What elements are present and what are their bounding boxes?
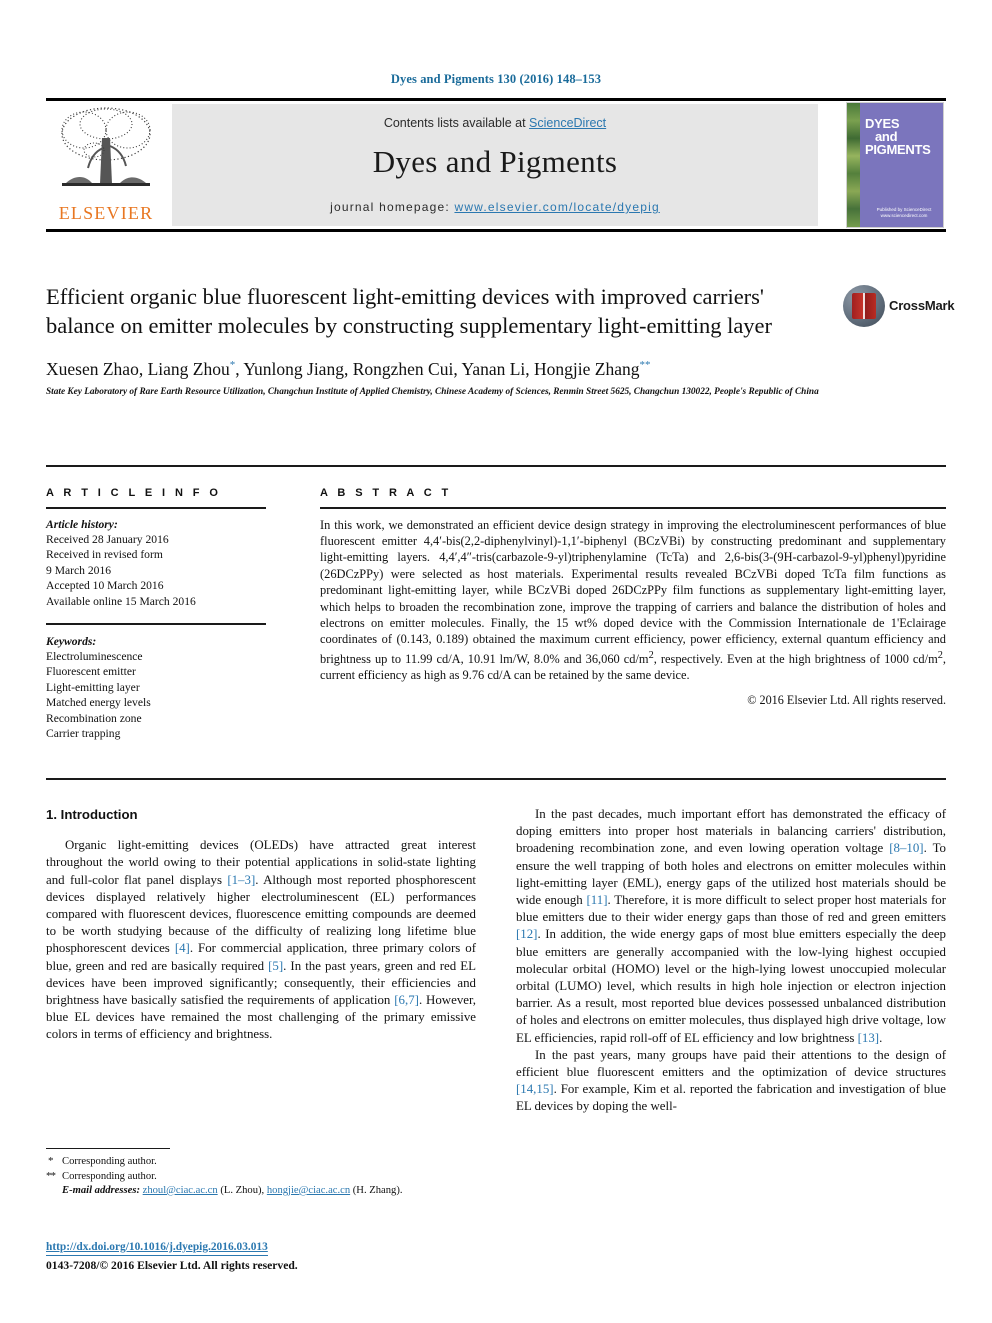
homepage-prefix: journal homepage: [330, 200, 455, 214]
page-title: Efficient organic blue fluorescent light… [46, 284, 773, 338]
keyword-item: Fluorescent emitter [46, 665, 136, 679]
author-4: Yanan Li, [461, 358, 535, 379]
cover-footer-text: Published by ScienceDirect www.sciencedi… [876, 207, 932, 218]
crossmark-icon [843, 285, 885, 327]
paragraph: Organic light-emitting devices (OLEDs) h… [46, 838, 477, 1042]
crossmark-book-icon [852, 293, 876, 319]
article-info-heading: A R T I C L E I N F O [46, 487, 222, 499]
keywords-rule [46, 623, 266, 625]
keyword-item: Matched energy levels [46, 696, 151, 710]
article-info-column: A R T I C L E I N F O Article history: R… [46, 487, 266, 741]
footnote-mark: * [48, 1155, 54, 1168]
email-who-zhou: (L. Zhou), [220, 1184, 265, 1196]
running-head: Dyes and Pigments 130 (2016) 148–153 [390, 72, 602, 86]
abstract-column: A B S T R A C T In this work, we demonst… [320, 487, 946, 708]
divider-below-abstract [46, 778, 946, 780]
crossmark-badge[interactable]: CrossMark [843, 285, 955, 333]
author-0: Xuesen Zhao, [46, 358, 148, 379]
journal-masthead: ELSEVIER Contents lists available at Sci… [46, 98, 946, 232]
issn-copyright-line: 0143-7208/© 2016 Elsevier Ltd. All right… [46, 1259, 298, 1272]
body-column-left: 1. Introduction Organic light-emitting d… [46, 806, 476, 1044]
cover-photo-strip [847, 103, 860, 227]
keyword-item: Electroluminescence [46, 650, 143, 664]
doi-link[interactable]: http://dx.doi.org/10.1016/j.dyepig.2016.… [46, 1240, 268, 1256]
email-label: E-mail addresses: [62, 1184, 140, 1196]
article-history-title: Article history: [46, 517, 118, 531]
journal-cover-thumbnail[interactable]: DYES and PIGMENTS Published by ScienceDi… [846, 102, 944, 228]
cover-title: DYES and PIGMENTS [865, 117, 939, 156]
footnotes: * Corresponding author. ** Corresponding a… [46, 1148, 476, 1198]
sciencedirect-link[interactable]: ScienceDirect [529, 116, 606, 130]
journal-title: Dyes and Pigments [372, 144, 618, 179]
email-link-zhang[interactable]: hongjie@ciac.ac.cn [267, 1185, 350, 1196]
footnote-text: Corresponding author. [62, 1170, 157, 1182]
author-2: Yunlong Jiang, [243, 358, 353, 379]
elsevier-tree-icon [61, 107, 151, 186]
author-mark: * [229, 359, 236, 371]
article-history-group: Article history: Received 28 January 201… [46, 517, 266, 609]
masthead-top-rule [46, 98, 946, 101]
author-mark: ** [639, 359, 651, 371]
history-item: Available online 15 March 2016 [46, 594, 196, 608]
email-link-zhou[interactable]: zhoul@ciac.ac.cn [143, 1185, 218, 1196]
history-item: Accepted 10 March 2016 [46, 579, 164, 593]
abstract-body: In this work, we demonstrated an efficie… [320, 517, 946, 683]
cover-title-line3: PIGMENTS [865, 142, 931, 157]
elsevier-wordmark: ELSEVIER [58, 203, 154, 223]
author-3: Rongzhen Cui, [352, 358, 462, 379]
author-name: Hongjie Zhang [534, 358, 640, 379]
contents-prefix: Contents lists available at [383, 116, 530, 130]
section-title-introduction: 1. Introduction [46, 807, 138, 822]
history-item: Received in revised form [46, 548, 163, 562]
body-column-right: In the past decades, much important effo… [516, 806, 946, 1116]
elsevier-logo: ELSEVIER [48, 104, 164, 226]
affiliation: State Key Laboratory of Rare Earth Resou… [46, 386, 819, 397]
keyword-item: Carrier trapping [46, 727, 121, 741]
author-5: Hongjie Zhang** [534, 359, 650, 379]
author-list: Xuesen Zhao, Liang Zhou*, Yunlong Jiang,… [46, 354, 836, 380]
footnote-corresponding-1: * Corresponding author. [46, 1155, 476, 1169]
footnote-corresponding-2: ** Corresponding author. [46, 1170, 476, 1184]
abstract-rule [320, 507, 946, 509]
journal-homepage-link[interactable]: www.elsevier.com/locate/dyepig [454, 200, 659, 214]
footnote-text: Corresponding author. [62, 1156, 157, 1168]
paragraph: In the past decades, much important effo… [516, 807, 946, 1045]
divider-above-abstract [46, 465, 946, 467]
footnote-mark: ** [46, 1169, 56, 1182]
article-info-rule [46, 507, 266, 509]
history-item: 9 March 2016 [46, 563, 112, 577]
keyword-item: Recombination zone [46, 711, 142, 725]
journal-article-page: Dyes and Pigments 130 (2016) 148–153 ELS… [0, 0, 992, 1323]
author-name: Rongzhen Cui [352, 358, 454, 379]
title-block: Efficient organic blue fluorescent light… [46, 283, 836, 399]
keywords-title: Keywords: [46, 634, 97, 648]
abstract-heading: A B S T R A C T [320, 487, 452, 499]
contents-available-line: Contents lists available at ScienceDirec… [172, 116, 818, 130]
keyword-item: Light-emitting layer [46, 680, 140, 694]
masthead-bottom-rule [46, 229, 946, 232]
email-who-zhang: (H. Zhang). [352, 1184, 403, 1196]
abstract-copyright: © 2016 Elsevier Ltd. All rights reserved… [747, 692, 946, 707]
history-item: Received 28 January 2016 [46, 533, 169, 546]
doi-block: http://dx.doi.org/10.1016/j.dyepig.2016.… [46, 1240, 476, 1273]
author-name: Liang Zhou [147, 358, 230, 379]
journal-homepage-line: journal homepage: www.elsevier.com/locat… [172, 200, 818, 214]
footnote-rule [46, 1148, 170, 1150]
journal-band: Contents lists available at ScienceDirec… [172, 104, 818, 226]
author-name: Xuesen Zhao [46, 358, 139, 379]
paragraph: In the past years, many groups have paid… [516, 1047, 946, 1114]
crossmark-label: CrossMark [889, 298, 955, 313]
keywords-group: Keywords: Electroluminescence Fluorescen… [46, 634, 266, 742]
author-1: Liang Zhou*, [147, 358, 244, 379]
author-name: Yanan Li [461, 358, 526, 379]
footnote-emails: E-mail addresses: zhoul@ciac.ac.cn (L. Z… [46, 1184, 476, 1198]
author-name: Yunlong Jiang [243, 358, 344, 379]
